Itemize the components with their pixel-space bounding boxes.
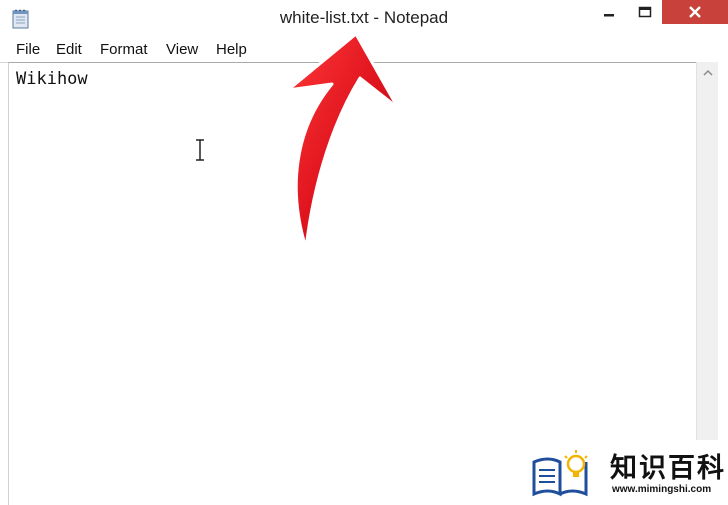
menu-file[interactable]: File [16, 41, 40, 58]
vertical-scrollbar[interactable] [696, 62, 719, 504]
watermark-title: 知识百科 [610, 453, 726, 483]
chevron-up-icon [703, 69, 713, 76]
red-arrow-annotation [286, 32, 400, 250]
minimize-icon [604, 14, 614, 17]
maximize-button[interactable] [630, 0, 660, 24]
watermark-url: www.mimingshi.com [612, 484, 712, 495]
close-icon [689, 6, 701, 18]
menu-view[interactable]: View [166, 41, 198, 58]
maximize-icon [638, 6, 652, 18]
editor-content[interactable]: Wikihow [16, 69, 88, 89]
window-right-edge [718, 62, 728, 504]
menu-format[interactable]: Format [100, 41, 148, 58]
scroll-up-button[interactable] [697, 62, 719, 84]
watermark-badge: 知识百科 www.mimingshi.com [528, 440, 728, 504]
text-cursor-icon [196, 139, 204, 161]
close-button[interactable] [662, 0, 728, 24]
menu-edit[interactable]: Edit [56, 41, 82, 58]
menu-help[interactable]: Help [216, 41, 247, 58]
minimize-button[interactable] [594, 0, 624, 24]
book-lightbulb-icon [532, 450, 588, 497]
